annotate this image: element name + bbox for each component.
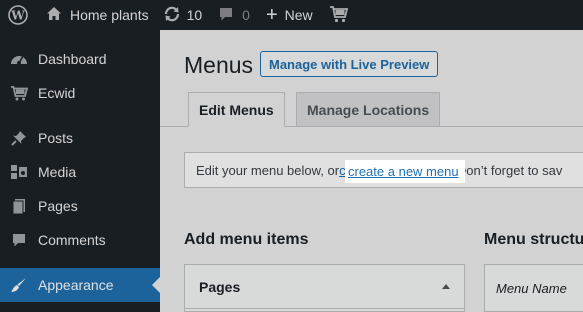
ecwid-cart-icon [329, 5, 349, 26]
notice-text-before: Edit your menu below, or [196, 162, 340, 178]
sidebar-item-appearance[interactable]: Appearance [0, 268, 160, 302]
menu-name-row: Menu Name [484, 264, 583, 312]
sidebar-item-label: Pages [38, 198, 78, 214]
sidebar-item-label: Appearance [38, 277, 114, 293]
sidebar-item-pages[interactable]: Pages [0, 189, 160, 223]
media-icon [0, 164, 38, 180]
pin-icon [0, 130, 38, 146]
collapse-arrow-icon[interactable] [442, 284, 450, 289]
new-label: New [284, 7, 313, 23]
notice-text-after: . Don’t forget to sav [449, 162, 563, 178]
brush-icon [0, 277, 38, 293]
updates-icon [163, 6, 181, 25]
dashboard-icon [0, 51, 38, 67]
comments-icon [0, 232, 38, 248]
tab-manage-locations[interactable]: Manage Locations [296, 92, 441, 127]
svg-text:W: W [10, 9, 25, 23]
home-icon [46, 6, 62, 24]
comment-bubble-icon [218, 6, 234, 25]
wordpress-logo-icon[interactable]: W [0, 0, 36, 30]
sidebar-item-media[interactable]: Media [0, 155, 160, 189]
page-title: Menus [184, 52, 254, 78]
sidebar-item-posts[interactable]: Posts [0, 121, 160, 155]
manage-live-preview-button[interactable]: Manage with Live Preview [260, 51, 439, 77]
comments-count: 0 [242, 7, 250, 23]
highlight-spotlight: create a new menu [345, 160, 465, 183]
ecwid-cart-link[interactable] [321, 0, 357, 30]
pages-accordion[interactable]: Pages [184, 264, 465, 312]
sidebar-item-label: Comments [38, 232, 106, 248]
sidebar-item-label: Media [38, 164, 77, 180]
sidebar-item-ecwid[interactable]: Ecwid [0, 76, 160, 110]
create-new-menu-link-highlighted[interactable]: create a new menu [348, 164, 459, 179]
pages-accordion-title: Pages [185, 265, 464, 309]
updates-link[interactable]: 10 [157, 0, 211, 30]
menu-structure-heading: Menu structu [484, 231, 583, 248]
site-name-link[interactable]: Home plants [36, 0, 157, 30]
sidebar-item-label: Ecwid [38, 85, 76, 101]
ecwid-icon [0, 85, 38, 101]
admin-sidebar: Dashboard Ecwid Posts Media Pages Commen… [0, 30, 160, 312]
sidebar-item-dashboard[interactable]: Dashboard [0, 42, 160, 76]
updates-count: 10 [186, 7, 203, 23]
tab-edit-menus[interactable]: Edit Menus [188, 92, 285, 127]
add-menu-items-heading: Add menu items [184, 231, 309, 248]
plus-icon: + [265, 4, 278, 26]
pages-icon [0, 198, 38, 215]
admin-bar: W Home plants 10 0 + New [0, 0, 583, 30]
sidebar-item-label: Dashboard [38, 51, 107, 67]
comments-link[interactable]: 0 [210, 0, 258, 30]
site-name-label: Home plants [70, 7, 149, 23]
sidebar-item-label: Posts [38, 130, 74, 146]
menu-name-label: Menu Name [496, 280, 567, 296]
sidebar-item-comments[interactable]: Comments [0, 223, 160, 257]
new-content-link[interactable]: + New [258, 0, 321, 30]
